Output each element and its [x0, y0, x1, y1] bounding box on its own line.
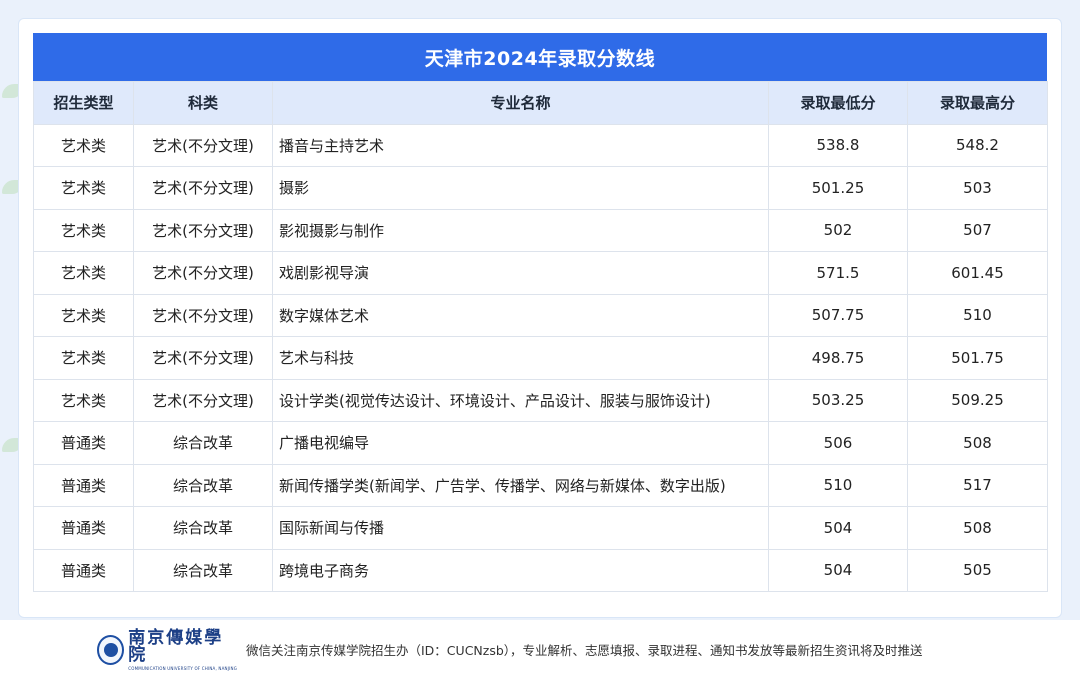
- cell-max-score: 601.45: [907, 251, 1048, 295]
- cell-min-score: 501.25: [768, 166, 908, 210]
- cell-max-score: 509.25: [907, 378, 1048, 422]
- cell-min-score: 538.8: [768, 123, 908, 167]
- cell-type: 艺术类: [33, 123, 134, 167]
- cell-major: 摄影: [272, 166, 769, 210]
- table-row: 艺术类 艺术(不分文理) 摄影 501.25 503: [33, 166, 1048, 210]
- table-row: 普通类 综合改革 新闻传播学类(新闻学、广告学、传播学、网络与新媒体、数字出版)…: [33, 463, 1048, 507]
- cell-type: 普通类: [33, 463, 134, 507]
- cell-type: 普通类: [33, 548, 134, 592]
- cell-major: 广播电视编导: [272, 421, 769, 465]
- cell-min-score: 502: [768, 208, 908, 252]
- cell-subject: 艺术(不分文理): [133, 378, 273, 422]
- header-subject: 科类: [133, 81, 273, 125]
- cell-max-score: 548.2: [907, 123, 1048, 167]
- cell-subject: 艺术(不分文理): [133, 251, 273, 295]
- cell-type: 艺术类: [33, 336, 134, 380]
- cell-subject: 艺术(不分文理): [133, 293, 273, 337]
- cell-major: 新闻传播学类(新闻学、广告学、传播学、网络与新媒体、数字出版): [272, 463, 769, 507]
- cell-subject: 综合改革: [133, 506, 273, 550]
- score-table: 招生类型 科类 专业名称 录取最低分 录取最高分 艺术类 艺术(不分文理) 播音…: [33, 81, 1048, 592]
- table-title: 天津市2024年录取分数线: [33, 33, 1047, 81]
- table-row: 艺术类 艺术(不分文理) 数字媒体艺术 507.75 510: [33, 293, 1048, 337]
- cell-min-score: 571.5: [768, 251, 908, 295]
- cell-type: 艺术类: [33, 293, 134, 337]
- cell-type: 普通类: [33, 506, 134, 550]
- cell-major: 数字媒体艺术: [272, 293, 769, 337]
- cell-max-score: 508: [907, 421, 1048, 465]
- cell-subject: 综合改革: [133, 463, 273, 507]
- table-row: 艺术类 艺术(不分文理) 影视摄影与制作 502 507: [33, 208, 1048, 252]
- header-major: 专业名称: [272, 81, 769, 125]
- cell-major: 戏剧影视导演: [272, 251, 769, 295]
- cell-major: 艺术与科技: [272, 336, 769, 380]
- cell-min-score: 503.25: [768, 378, 908, 422]
- cell-type: 艺术类: [33, 251, 134, 295]
- university-logo: 南京傳媒學院 COMMUNICATION UNIVERSITY OF CHINA…: [97, 627, 237, 670]
- table-row: 普通类 综合改革 国际新闻与传播 504 508: [33, 506, 1048, 550]
- cell-min-score: 498.75: [768, 336, 908, 380]
- cell-max-score: 507: [907, 208, 1048, 252]
- table-row: 普通类 综合改革 广播电视编导 506 508: [33, 421, 1048, 465]
- cell-max-score: 508: [907, 506, 1048, 550]
- table-row: 普通类 综合改革 跨境电子商务 504 505: [33, 548, 1048, 592]
- cell-major: 播音与主持艺术: [272, 123, 769, 167]
- cell-type: 普通类: [33, 421, 134, 465]
- cell-max-score: 510: [907, 293, 1048, 337]
- table-row: 艺术类 艺术(不分文理) 播音与主持艺术 538.8 548.2: [33, 123, 1048, 167]
- logo-english-name: COMMUNICATION UNIVERSITY OF CHINA, NANJI…: [128, 665, 237, 671]
- footer-notice: 微信关注南京传媒学院招生办（ID：CUCNzsb），专业解析、志愿填报、录取进程…: [246, 643, 923, 658]
- cell-max-score: 503: [907, 166, 1048, 210]
- university-emblem-icon: [97, 635, 125, 665]
- cell-type: 艺术类: [33, 208, 134, 252]
- cell-type: 艺术类: [33, 166, 134, 210]
- cell-min-score: 504: [768, 506, 908, 550]
- cell-type: 艺术类: [33, 378, 134, 422]
- cell-max-score: 501.75: [907, 336, 1048, 380]
- table-header-row: 招生类型 科类 专业名称 录取最低分 录取最高分: [33, 81, 1048, 125]
- cell-min-score: 504: [768, 548, 908, 592]
- header-admission-type: 招生类型: [33, 81, 134, 125]
- cell-subject: 艺术(不分文理): [133, 166, 273, 210]
- cell-subject: 艺术(不分文理): [133, 208, 273, 252]
- logo-name: 南京傳媒學院: [128, 627, 224, 665]
- cell-subject: 综合改革: [133, 421, 273, 465]
- header-min-score: 录取最低分: [768, 81, 908, 125]
- cell-min-score: 506: [768, 421, 908, 465]
- cell-major: 国际新闻与传播: [272, 506, 769, 550]
- cell-major: 影视摄影与制作: [272, 208, 769, 252]
- cell-major: 跨境电子商务: [272, 548, 769, 592]
- table-row: 艺术类 艺术(不分文理) 设计学类(视觉传达设计、环境设计、产品设计、服装与服饰…: [33, 378, 1048, 422]
- cell-min-score: 510: [768, 463, 908, 507]
- cell-min-score: 507.75: [768, 293, 908, 337]
- cell-subject: 艺术(不分文理): [133, 123, 273, 167]
- cell-subject: 综合改革: [133, 548, 273, 592]
- cell-max-score: 517: [907, 463, 1048, 507]
- table-row: 艺术类 艺术(不分文理) 艺术与科技 498.75 501.75: [33, 336, 1048, 380]
- cell-major: 设计学类(视觉传达设计、环境设计、产品设计、服装与服饰设计): [272, 378, 769, 422]
- table-row: 艺术类 艺术(不分文理) 戏剧影视导演 571.5 601.45: [33, 251, 1048, 295]
- cell-subject: 艺术(不分文理): [133, 336, 273, 380]
- cell-max-score: 505: [907, 548, 1048, 592]
- header-max-score: 录取最高分: [907, 81, 1048, 125]
